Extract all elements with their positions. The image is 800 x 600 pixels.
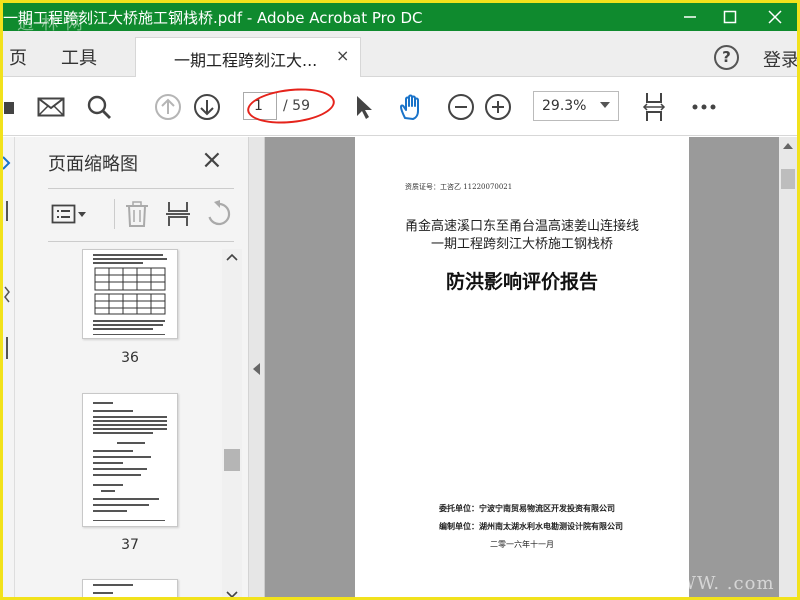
page-thumbnail-next[interactable] (82, 579, 178, 597)
thumbnail-label: 37 (121, 537, 139, 553)
zoom-select[interactable]: 29.3% (533, 91, 619, 121)
chevron-down-icon (600, 102, 610, 108)
close-panel-icon[interactable]: × (201, 145, 223, 175)
print-icon[interactable] (3, 92, 17, 122)
tab-bar: 页 工具 一期工程跨刻江大... × ? 登录 (3, 31, 797, 77)
divider (48, 241, 234, 242)
close-window-icon[interactable] (755, 3, 795, 31)
client-line: 委托单位：宁波宁南贸易物流区开发投资有限公司 (439, 503, 615, 513)
minimize-icon[interactable] (670, 3, 710, 31)
chevron-down-icon[interactable] (224, 589, 240, 597)
select-cursor-icon[interactable] (349, 92, 377, 122)
pdf-page: 资质证号：工咨乙 11220070021 甬金高速溪口东至甬台温高速姜山连接线 … (355, 137, 689, 597)
delete-page-icon[interactable] (124, 199, 150, 229)
toolbar: 1 / 59 29.3% (3, 78, 797, 136)
scrollbar-thumb[interactable] (224, 449, 240, 471)
left-tool-strip (3, 137, 15, 597)
panel-splitter[interactable] (249, 137, 265, 597)
next-page-icon[interactable] (192, 92, 222, 122)
chevron-up-icon[interactable] (224, 251, 240, 265)
zoom-in-icon[interactable] (483, 92, 513, 122)
scrollbar-thumb[interactable] (781, 169, 795, 189)
tab-tools[interactable]: 工具 (61, 44, 97, 70)
document-view[interactable]: 资质证号：工咨乙 11220070021 甬金高速溪口东至甬台温高速姜山连接线 … (265, 137, 781, 597)
panel-title: 页面缩略图 (48, 154, 138, 175)
zoom-value: 29.3% (542, 98, 587, 114)
thumbnail-options-icon[interactable] (51, 199, 87, 229)
date-line: 二零一六年十一月 (490, 540, 554, 549)
close-tab-icon[interactable]: × (336, 46, 349, 65)
document-title-line-1: 甬金高速溪口东至甬台温高速姜山连接线 (404, 219, 639, 234)
collapse-panel-icon[interactable] (253, 363, 260, 375)
page-thumbnail-37[interactable] (82, 393, 178, 527)
login-link[interactable]: 登录 (763, 46, 797, 72)
document-scrollbar[interactable] (779, 137, 797, 597)
zoom-out-icon[interactable] (446, 92, 476, 122)
divider (114, 199, 115, 229)
maximize-icon[interactable] (710, 3, 750, 31)
chevron-up-icon[interactable] (783, 143, 793, 149)
window-title: 一期工程跨刻江大桥施工钢栈桥.pdf - Adobe Acrobat Pro D… (3, 9, 423, 27)
help-icon[interactable]: ? (714, 45, 739, 70)
page-thumbnail-36[interactable] (82, 249, 178, 339)
insert-page-icon[interactable] (165, 199, 191, 229)
hand-tool-icon[interactable] (395, 92, 429, 122)
search-icon[interactable] (83, 92, 115, 122)
author-line: 编制单位：湖州南太湖水利水电勘测设计院有限公司 (439, 521, 623, 531)
thumbnail-table (94, 267, 166, 315)
app-window: 一期工程跨刻江大桥施工钢栈桥.pdf - Adobe Acrobat Pro D… (0, 0, 800, 600)
document-main-title: 防洪影响评价报告 (445, 271, 598, 293)
thumbnail-label: 36 (121, 350, 139, 366)
page-thumbnails-panel: 页面缩略图 × 36 37 (15, 137, 249, 597)
previous-page-icon[interactable] (153, 92, 183, 122)
divider (48, 188, 234, 189)
fit-page-icon[interactable] (639, 92, 669, 122)
tab-document[interactable]: 一期工程跨刻江大... × (135, 37, 361, 77)
rotate-page-icon[interactable] (205, 199, 233, 229)
title-bar: 一期工程跨刻江大桥施工钢栈桥.pdf - Adobe Acrobat Pro D… (3, 3, 797, 34)
certificate-number: 资质证号：工咨乙 11220070021 (405, 183, 513, 191)
more-options-icon[interactable] (689, 92, 719, 122)
tab-home[interactable]: 页 (9, 44, 27, 70)
thumbnail-scrollbar[interactable] (222, 249, 242, 597)
email-icon[interactable] (35, 92, 67, 122)
document-title-line-2: 一期工程跨刻江大桥施工钢栈桥 (430, 237, 613, 252)
document-tab-label: 一期工程跨刻江大... (174, 51, 318, 70)
